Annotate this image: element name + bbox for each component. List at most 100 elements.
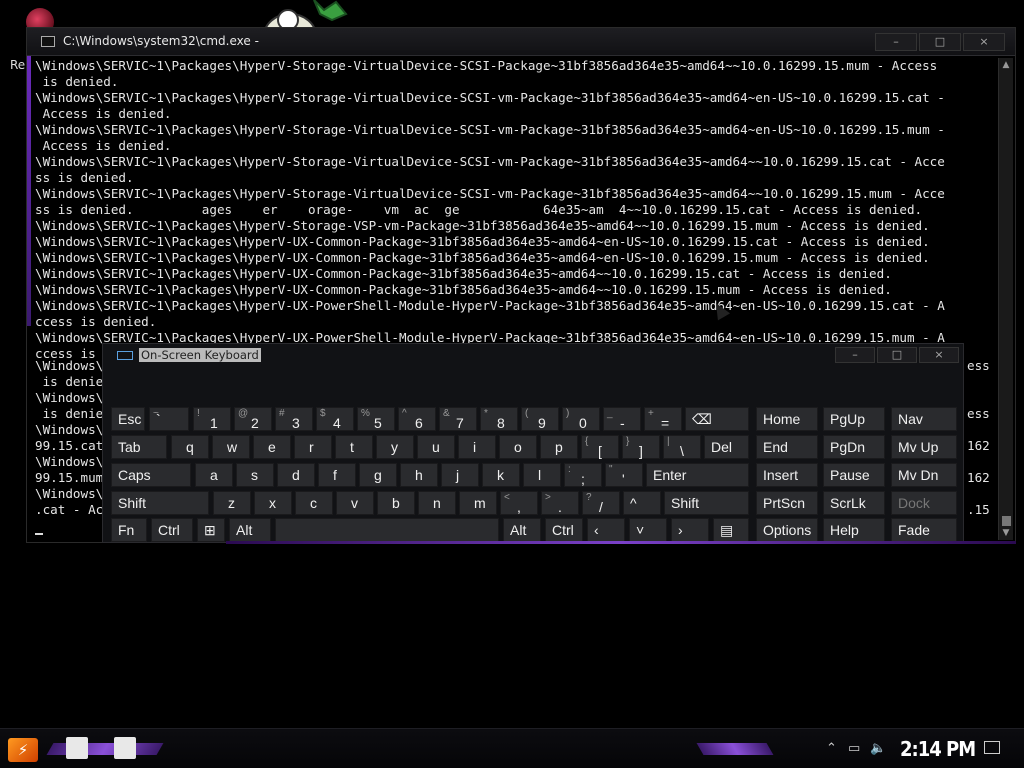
action-center-icon[interactable] [984, 741, 1000, 754]
key-space[interactable] [275, 518, 499, 542]
key-rbracket[interactable]: }] [622, 435, 660, 459]
cmd-maximize-button[interactable]: □ [919, 33, 961, 51]
key-lctrl[interactable]: Ctrl [151, 518, 193, 542]
key-k0[interactable]: ) 0 [562, 407, 600, 431]
taskbar-clock[interactable]: 2:14 PM [900, 737, 976, 761]
key-backtick[interactable]: ~ ` [149, 407, 189, 431]
key-fn[interactable]: Fn [111, 518, 147, 542]
key-up[interactable]: ^ [623, 491, 661, 515]
key-dock[interactable]: Dock [891, 491, 957, 515]
key-k2[interactable]: @2 [234, 407, 272, 431]
key-m[interactable]: m [459, 491, 497, 515]
key-enter[interactable]: Enter [646, 463, 749, 487]
key-k4[interactable]: $4 [316, 407, 354, 431]
scroll-up-icon[interactable]: ▲ [999, 58, 1013, 72]
key-k[interactable]: k [482, 463, 520, 487]
key-nav[interactable]: Nav [891, 407, 957, 431]
key-comma[interactable]: <, [500, 491, 538, 515]
key-slash[interactable]: ? / [582, 491, 620, 515]
key-rshift[interactable]: Shift [664, 491, 749, 515]
key-j[interactable]: j [441, 463, 479, 487]
key-e[interactable]: e [253, 435, 291, 459]
key-t[interactable]: t [335, 435, 373, 459]
key-s[interactable]: s [236, 463, 274, 487]
key-rctrl[interactable]: Ctrl [545, 518, 583, 542]
key-insert[interactable]: Insert [756, 463, 818, 487]
key-esc[interactable]: Esc [111, 407, 145, 431]
key-k5[interactable]: % 5 [357, 407, 395, 431]
key-h[interactable]: h [400, 463, 438, 487]
key-lshift[interactable]: Shift [111, 491, 209, 515]
cmd-titlebar[interactable]: C:\Windows\system32\cmd.exe - – □ × [27, 28, 1015, 56]
start-button[interactable]: ⚡ [8, 738, 38, 762]
osk-minimize-button[interactable]: – [835, 347, 875, 363]
key-c[interactable]: c [295, 491, 333, 515]
key-minus[interactable]: _ - [603, 407, 641, 431]
key-d[interactable]: d [277, 463, 315, 487]
key-equals[interactable]: + = [644, 407, 682, 431]
key-caps[interactable]: Caps [111, 463, 191, 487]
key-i[interactable]: i [458, 435, 496, 459]
key-backslash[interactable]: | \ [663, 435, 701, 459]
key-semicolon[interactable]: :; [564, 463, 602, 487]
cmd-minimize-button[interactable]: – [875, 33, 917, 51]
key-prtscn[interactable]: PrtScn [756, 491, 818, 515]
key-k1[interactable]: ! 1 [193, 407, 231, 431]
key-q[interactable]: q [171, 435, 209, 459]
key-x[interactable]: x [254, 491, 292, 515]
key-k6[interactable]: ^ 6 [398, 407, 436, 431]
key-apostrophe[interactable]: " ' [605, 463, 643, 487]
key-lbracket[interactable]: {[ [581, 435, 619, 459]
key-l[interactable]: l [523, 463, 561, 487]
cmd-scrollbar[interactable]: ▲ ▼ [998, 58, 1013, 540]
key-left[interactable]: ‹ [587, 518, 625, 542]
tray-chevron-icon[interactable]: ⌃ [826, 741, 837, 756]
osk-maximize-button[interactable]: □ [877, 347, 917, 363]
key-k8[interactable]: * 8 [480, 407, 518, 431]
key-w[interactable]: w [212, 435, 250, 459]
key-right[interactable]: › [671, 518, 709, 542]
key-pgdn[interactable]: PgDn [823, 435, 885, 459]
key-n[interactable]: n [418, 491, 456, 515]
key-k3[interactable]: #3 [275, 407, 313, 431]
key-win[interactable]: ⊞ [197, 518, 225, 542]
key-y[interactable]: y [376, 435, 414, 459]
key-home[interactable]: Home [756, 407, 818, 431]
key-k9[interactable]: (9 [521, 407, 559, 431]
key-menu[interactable]: ▤ [713, 518, 749, 542]
key-mvup[interactable]: Mv Up [891, 435, 957, 459]
key-b[interactable]: b [377, 491, 415, 515]
key-ralt[interactable]: Alt [503, 518, 541, 542]
key-scrlk[interactable]: ScrLk [823, 491, 885, 515]
key-period[interactable]: >. [541, 491, 579, 515]
key-backspace[interactable]: ⌫ [685, 407, 749, 431]
key-a[interactable]: a [195, 463, 233, 487]
key-g[interactable]: g [359, 463, 397, 487]
key-tab[interactable]: Tab [111, 435, 167, 459]
scroll-down-icon[interactable]: ▼ [999, 526, 1013, 540]
key-k7[interactable]: & 7 [439, 407, 477, 431]
taskbar[interactable]: ⚡ ⌃ ▭ 🔈 2:14 PM [0, 728, 1024, 768]
key-v[interactable]: v [336, 491, 374, 515]
key-r[interactable]: r [294, 435, 332, 459]
osk-titlebar[interactable]: On-Screen Keyboard – □ × [103, 344, 963, 366]
key-u[interactable]: u [417, 435, 455, 459]
key-p[interactable]: p [540, 435, 578, 459]
key-f[interactable]: f [318, 463, 356, 487]
key-o[interactable]: o [499, 435, 537, 459]
key-pgup[interactable]: PgUp [823, 407, 885, 431]
key-mvdn[interactable]: Mv Dn [891, 463, 957, 487]
key-del[interactable]: Del [704, 435, 749, 459]
key-pause[interactable]: Pause [823, 463, 885, 487]
key-end[interactable]: End [756, 435, 818, 459]
key-help[interactable]: Help [823, 518, 885, 542]
on-screen-keyboard-window[interactable]: On-Screen Keyboard – □ × Esc ~ `! 1 @2 #3 $4% 5… [102, 343, 964, 543]
scroll-thumb[interactable] [1002, 516, 1011, 526]
key-fade[interactable]: Fade [891, 518, 957, 542]
key-options[interactable]: Options [756, 518, 818, 542]
taskbar-app-icon[interactable] [114, 737, 136, 759]
osk-close-button[interactable]: × [919, 347, 959, 363]
key-lalt[interactable]: Alt [229, 518, 271, 542]
volume-icon[interactable]: 🔈 [870, 741, 886, 756]
cmd-close-button[interactable]: × [963, 33, 1005, 51]
